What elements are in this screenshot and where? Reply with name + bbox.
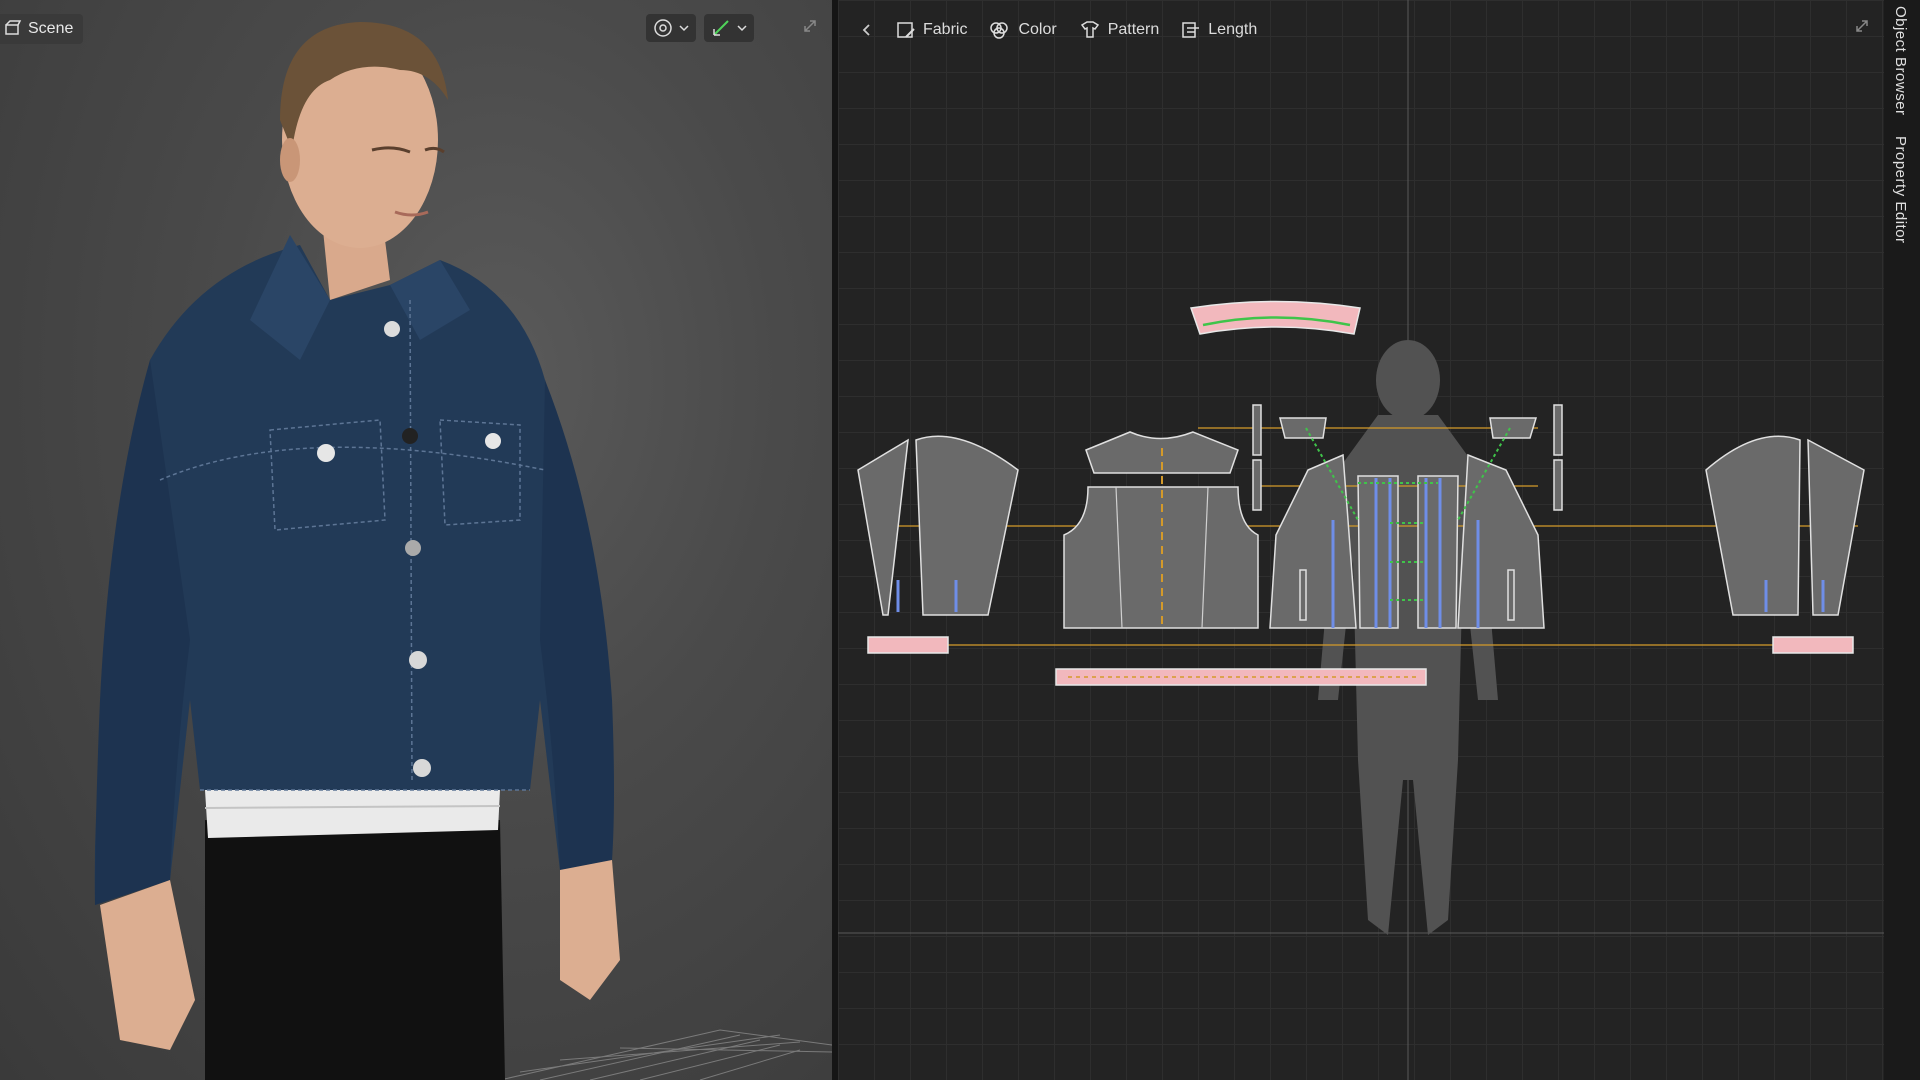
scene-label: Scene [28, 20, 74, 37]
right-hand [560, 860, 620, 1000]
side-tab-bar: Object Browser Property Editor [1884, 0, 1920, 1080]
back-chevron-icon[interactable] [860, 23, 874, 37]
3d-viewport[interactable]: Scene [0, 0, 832, 1080]
chevron-down-icon [737, 25, 747, 32]
floor-grid [499, 1029, 832, 1080]
measure-icon [713, 20, 729, 36]
scene-button[interactable]: Scene [0, 14, 84, 44]
left-cuff-piece[interactable] [867, 636, 949, 654]
color-icon [990, 22, 1009, 39]
fabric-icon [897, 22, 915, 38]
expand-icon[interactable] [802, 18, 818, 34]
toolbar-pattern-label: Pattern [1107, 21, 1160, 38]
toolbar-color[interactable]: Color [989, 20, 1057, 40]
toolbar-length[interactable]: Length [1181, 20, 1257, 40]
left-sleeve-piece[interactable] [857, 435, 1019, 616]
chevron-down-icon [679, 25, 689, 32]
camera-orbit-icon [654, 19, 672, 37]
avatar-3d-render[interactable] [0, 0, 832, 1080]
toolbar-fabric-label: Fabric [923, 21, 968, 38]
length-icon [1182, 22, 1200, 38]
expand-icon[interactable] [1854, 18, 1870, 34]
toolbar-pattern[interactable]: Pattern [1079, 20, 1160, 40]
2d-pattern-window[interactable]: Fabric Color Pattern Length [838, 0, 1884, 1080]
undershirt-hem [205, 790, 500, 838]
toolbar-fabric[interactable]: Fabric [896, 20, 967, 40]
left-hand [100, 880, 195, 1050]
tab-object-browser[interactable]: Object Browser [1892, 6, 1909, 116]
front-yoke-left[interactable] [1279, 417, 1327, 439]
scene-icon [5, 20, 22, 35]
measure-tool-button[interactable] [704, 14, 754, 42]
pattern-canvas[interactable] [838, 0, 1884, 1080]
pants [205, 820, 505, 1080]
camera-orbit-button[interactable] [646, 14, 696, 42]
toolbar-length-label: Length [1208, 21, 1258, 38]
front-yoke-right[interactable] [1489, 417, 1538, 439]
collar-piece[interactable] [1189, 300, 1361, 335]
pattern-icon [1080, 21, 1099, 38]
right-sleeve-piece[interactable] [1705, 435, 1865, 616]
right-cuff-piece[interactable] [1772, 636, 1854, 654]
tab-property-editor[interactable]: Property Editor [1892, 136, 1909, 244]
toolbar-color-label: Color [1018, 21, 1057, 38]
